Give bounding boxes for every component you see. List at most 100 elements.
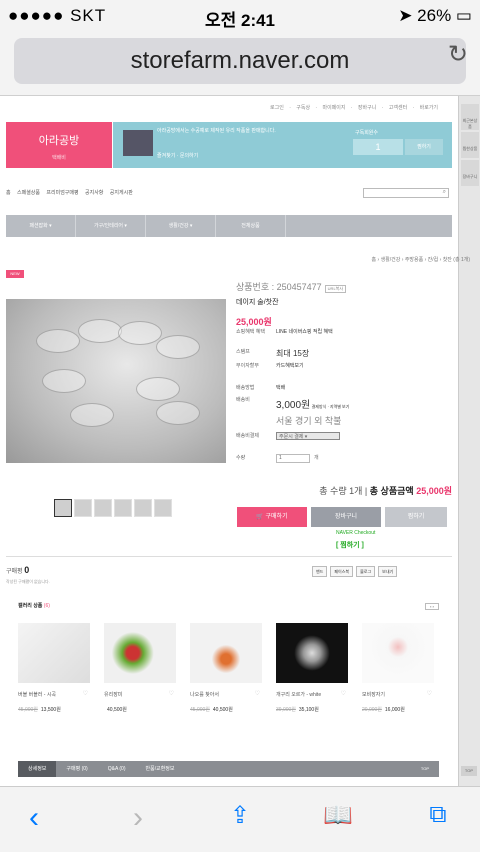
product-info: 상품번호 : 250457477 URL복사 데이지 술/찻잔 25,000원 쇼…: [236, 280, 452, 463]
heart-icon[interactable]: ♡: [255, 690, 260, 697]
cat-link[interactable]: 홈: [6, 190, 11, 196]
tab-detail[interactable]: 상세정보: [18, 761, 57, 777]
share-band[interactable]: 밴드: [312, 566, 328, 577]
battery: ➤ 26% ▭: [398, 6, 472, 25]
npay-button[interactable]: [ 찜하기 ]: [336, 540, 364, 550]
item-image: [104, 623, 176, 683]
wish-item-button[interactable]: 찜한상품: [461, 132, 479, 158]
fav-label: 구독회원수: [355, 130, 379, 136]
rail-top-button[interactable]: TOP: [461, 766, 477, 776]
heart-icon[interactable]: ♡: [341, 690, 346, 697]
share-facebook[interactable]: 페이스북: [330, 566, 354, 577]
banner-footer[interactable]: 즐겨찾기 · 문의하기: [157, 152, 198, 159]
cat-link[interactable]: 공지사항: [85, 190, 103, 196]
gallery-item[interactable]: 유리장미 ♡ 40,500원: [104, 623, 176, 713]
wish-button[interactable]: 찜하기: [385, 507, 447, 527]
cup-shape: [156, 335, 200, 359]
cup-shape: [70, 403, 114, 427]
cup-shape: [78, 319, 122, 343]
thumbnail[interactable]: [134, 499, 152, 517]
share-send[interactable]: 보내기: [378, 566, 398, 577]
breadcrumb: 홈 › 생활/건강 › 주방용품 › 잔/컵 › 찻잔 (총 1개): [371, 257, 470, 263]
status-bar: ●●●●● SKT 오전 2:41 ➤ 26% ▭: [0, 0, 480, 30]
heart-icon[interactable]: ♡: [427, 690, 432, 697]
tab-review[interactable]: 구매평 (0): [56, 761, 97, 777]
thumbnail-strip: [54, 499, 172, 517]
thumbnail[interactable]: [114, 499, 132, 517]
action-buttons: 🛒 구매하기 장바구니 찜하기: [237, 507, 447, 527]
gallery-nav[interactable]: ‹ ›: [425, 603, 439, 610]
main-nav: 패션잡화 ▾ 가구/인테리어 ▾ 생활/건강 ▾ 전체상품: [6, 215, 452, 237]
gallery-item[interactable]: 나오를 찾아서 ♡ 45,000원 40,500원: [190, 623, 262, 713]
store-thumbnail: [123, 130, 153, 156]
share-buttons: 밴드 페이스북 블로그 보내기: [312, 566, 398, 577]
nav-item[interactable]: 패션잡화 ▾: [6, 215, 76, 237]
forward-icon[interactable]: ›: [118, 801, 158, 835]
banner-text: 아라공방에서는 수공예로 제작된 유리 작품을 판매합니다.: [157, 128, 276, 134]
tab-qna[interactable]: Q&A (0): [98, 761, 136, 777]
thumbnail[interactable]: [54, 499, 72, 517]
cart-button[interactable]: 장바구니: [311, 507, 381, 527]
cat-link[interactable]: 프리미엄구매평: [46, 190, 78, 196]
nav-item[interactable]: 생활/건강 ▾: [146, 215, 216, 237]
tabs-icon[interactable]: ⧉: [418, 801, 458, 829]
fav-button[interactable]: 찜하기: [405, 139, 443, 155]
ship-fee-row: 배송비 3,000원 결제방식 · 지역별 보기: [236, 397, 350, 411]
npay-label[interactable]: NAVER Checkout: [336, 530, 375, 536]
product-image[interactable]: [6, 299, 226, 463]
quantity-input[interactable]: 1: [276, 454, 310, 463]
right-rail: 최근본상품 찜한상품 장바구니: [458, 96, 480, 786]
gallery-item[interactable]: 모비장자기 ♡ 20,000원 16,000원: [362, 623, 434, 713]
cat-link[interactable]: 스페셜상품: [17, 190, 40, 196]
copy-url-button[interactable]: URL복사: [324, 285, 347, 293]
top-links[interactable]: 로그인 · 구독상 · 마이페이지 · 장바구니 · 고객센터 · 바로가기: [270, 104, 438, 111]
total-price: 총 수량 1개 | 총 상품금액 25,000원: [319, 486, 452, 496]
item-image: [190, 623, 262, 683]
top-button[interactable]: TOP: [411, 761, 439, 777]
cup-shape: [118, 321, 162, 345]
interest-row: 무이자할부 카드혜택보기: [236, 363, 304, 369]
store-banner: 아라공방에서는 수공예로 제작된 유리 작품을 판매합니다. 즐겨찾기 · 문의…: [113, 122, 452, 168]
store-logo[interactable]: 아라공방 택배비: [6, 122, 112, 168]
product-number: 상품번호 : 250457477 URL복사: [236, 280, 452, 293]
url-field[interactable]: storefarm.naver.com: [14, 38, 466, 84]
nav-item[interactable]: 전체상품: [216, 215, 286, 237]
recent-item-button[interactable]: 최근본상품: [461, 104, 479, 130]
cup-shape: [36, 329, 80, 353]
gallery-title: 갤러리 상품 (6): [18, 603, 50, 609]
browser-toolbar: ‹ › ⇪ 📖 ⧉: [0, 786, 480, 852]
search-icon[interactable]: ⌕: [443, 189, 446, 196]
share-blog[interactable]: 블로그: [356, 566, 376, 577]
share-icon[interactable]: ⇪: [220, 801, 260, 830]
payment-select[interactable]: 주문시 결제 ▾: [276, 432, 340, 440]
option-row: 배송비결제 주문시 결제 ▾: [236, 432, 452, 440]
fav-count: 1: [353, 139, 403, 155]
thumbnail[interactable]: [94, 499, 112, 517]
detail-tabs: 상세정보 구매평 (0) Q&A (0) 반품/교환정보 TOP: [18, 761, 439, 777]
nav-item[interactable]: 가구/인테리어 ▾: [76, 215, 146, 237]
category-links: 홈 스페셜상품 프리미엄구매평 공지사항 공지게시판: [6, 189, 133, 196]
bookmarks-icon[interactable]: 📖: [318, 801, 358, 830]
item-image: [276, 623, 348, 683]
buy-button[interactable]: 🛒 구매하기: [237, 507, 307, 527]
heart-icon[interactable]: ♡: [83, 690, 88, 697]
cat-link[interactable]: 공지게시판: [110, 190, 133, 196]
ship-method-row: 배송방법 택배: [236, 385, 286, 391]
heart-icon[interactable]: ♡: [169, 690, 174, 697]
gallery-list: 버블 버블러 - 시곡 ♡ 45,000원 13,500원 유리장미 ♡ 40,500…: [18, 623, 434, 713]
item-image: [18, 623, 90, 683]
cart-rail-button[interactable]: 장바구니: [461, 160, 479, 186]
cup-shape: [136, 377, 180, 401]
store-sub: 택배비: [52, 155, 66, 161]
back-icon[interactable]: ‹: [14, 801, 54, 835]
search-input[interactable]: ⌕: [363, 188, 449, 198]
thumbnail[interactable]: [74, 499, 92, 517]
stamp-row: 스탬프 최대 15장: [236, 349, 310, 358]
tab-return[interactable]: 반품/교환정보: [136, 761, 185, 777]
qty-row: 수량 1 개: [236, 454, 319, 463]
thumbnail[interactable]: [154, 499, 172, 517]
product-price: 25,000원: [236, 317, 272, 327]
gallery-item[interactable]: 버블 버블러 - 시곡 ♡ 45,000원 13,500원: [18, 623, 90, 713]
reload-icon[interactable]: ↻: [448, 40, 468, 69]
gallery-item[interactable]: 개구리 오르가 - white ♡ 39,000원 35,100원: [276, 623, 348, 713]
